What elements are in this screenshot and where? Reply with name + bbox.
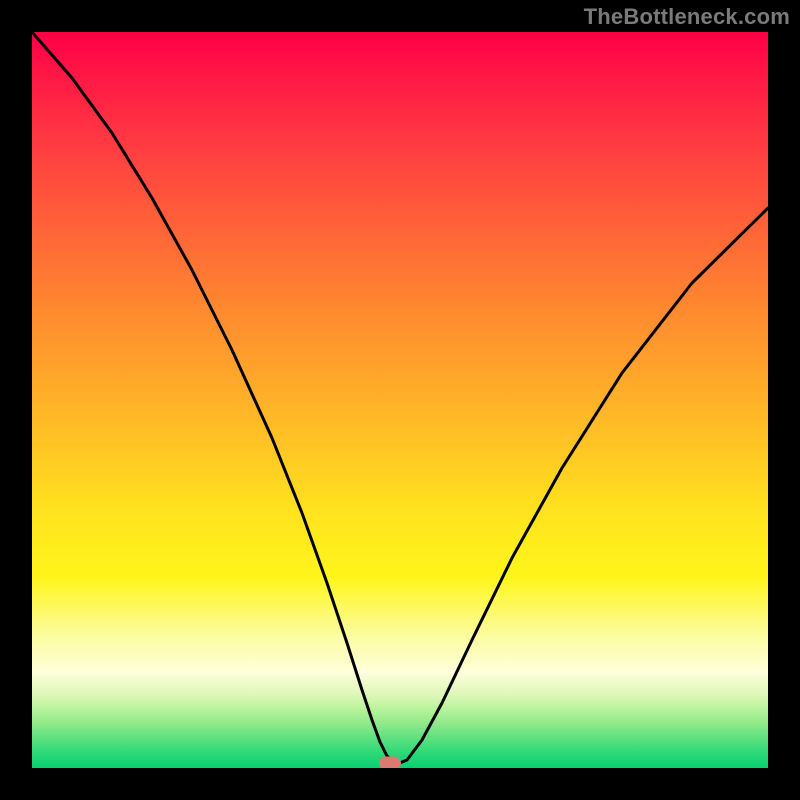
chart-frame: TheBottleneck.com — [0, 0, 800, 800]
minimum-marker — [379, 757, 401, 769]
curve-svg — [32, 32, 768, 768]
plot-area — [32, 32, 768, 768]
attribution-label: TheBottleneck.com — [584, 4, 790, 30]
bottleneck-curve — [32, 32, 768, 764]
